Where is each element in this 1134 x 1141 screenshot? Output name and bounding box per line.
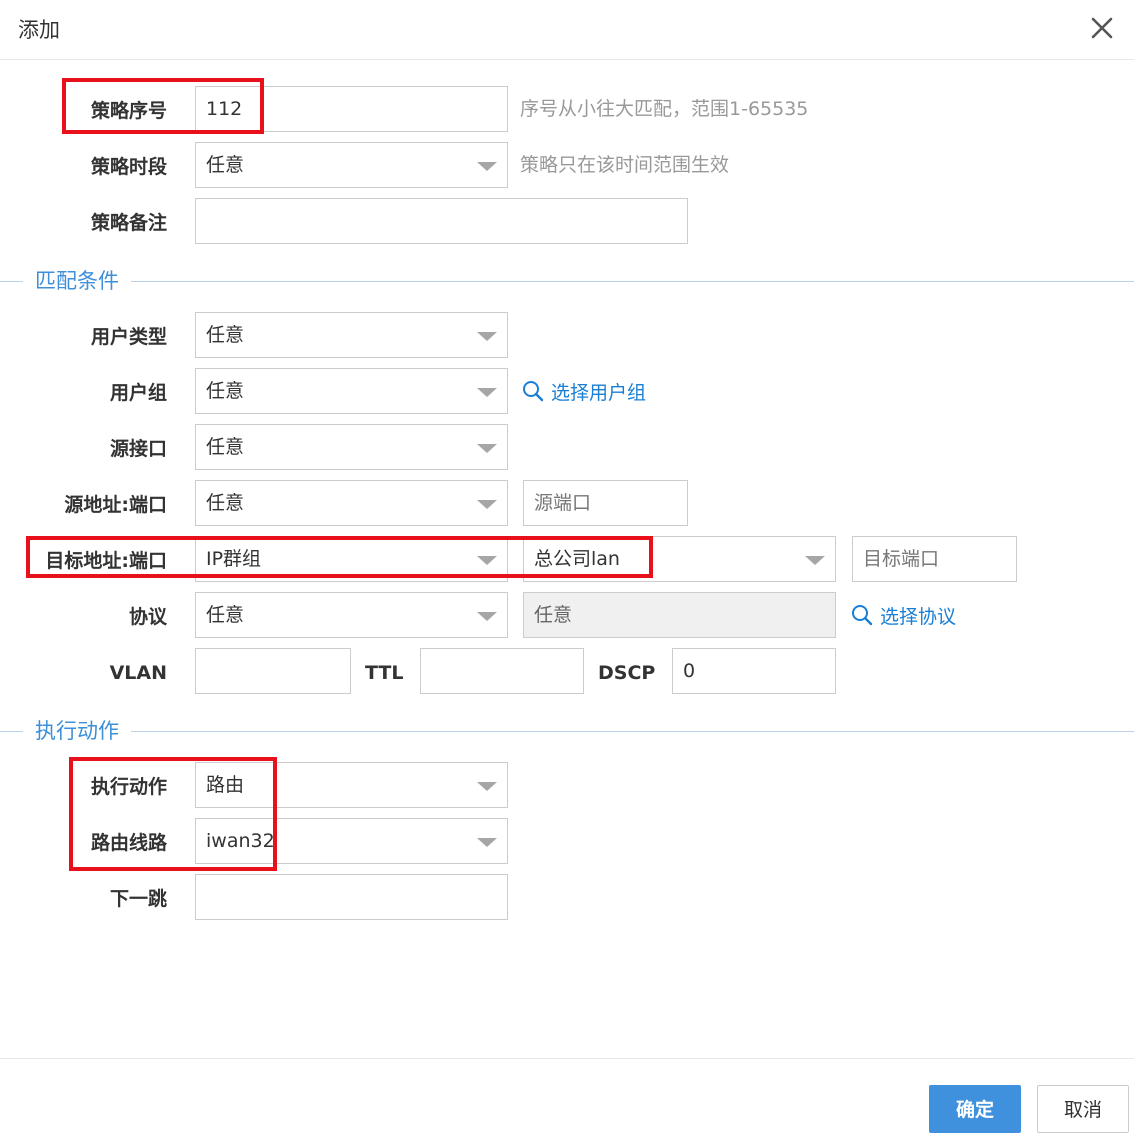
dst-port-input[interactable]: 目标端口 <box>852 536 1017 582</box>
user-group-select[interactable]: 任意 <box>195 368 508 414</box>
user-type-label: 用户类型 <box>90 326 167 348</box>
src-addr-label: 源地址:端口 <box>64 494 167 516</box>
dst-addr-select[interactable]: IP群组 <box>195 536 508 582</box>
action-section-title: 执行动作 <box>23 716 131 746</box>
chevron-down-icon <box>477 444 497 453</box>
exec-action-label: 执行动作 <box>90 776 167 798</box>
close-icon[interactable] <box>1084 10 1120 46</box>
match-section-title: 匹配条件 <box>23 266 131 296</box>
ttl-label: TTL <box>365 662 404 684</box>
exec-action-value: 路由 <box>206 774 245 796</box>
period-hint: 策略只在该时间范围生效 <box>520 154 730 176</box>
dst-addr-value: IP群组 <box>206 548 262 570</box>
select-protocol-label: 选择协议 <box>880 606 957 628</box>
src-iface-value: 任意 <box>206 436 245 458</box>
remark-label: 策略备注 <box>90 212 167 234</box>
vlan-label: VLAN <box>109 662 167 684</box>
src-iface-label: 源接口 <box>109 438 167 460</box>
src-addr-select[interactable]: 任意 <box>195 480 508 526</box>
chevron-down-icon <box>477 556 497 565</box>
protocol-detail-field: 任意 <box>523 592 836 638</box>
route-line-label: 路由线路 <box>90 832 167 854</box>
action-section: 执行动作 <box>0 716 1134 746</box>
remark-input[interactable] <box>195 198 688 244</box>
dst-group-select[interactable]: 总公司lan <box>523 536 836 582</box>
next-hop-input[interactable] <box>195 874 508 920</box>
user-type-value: 任意 <box>206 324 245 346</box>
dscp-input[interactable]: 0 <box>672 648 836 694</box>
cancel-button[interactable]: 取消 <box>1037 1085 1129 1133</box>
select-protocol-link[interactable]: 选择协议 <box>850 594 956 640</box>
src-addr-value: 任意 <box>206 492 245 514</box>
src-iface-select[interactable]: 任意 <box>195 424 508 470</box>
src-port-input[interactable]: 源端口 <box>523 480 688 526</box>
dscp-label: DSCP <box>598 662 656 684</box>
vlan-input[interactable] <box>195 648 351 694</box>
ttl-input[interactable] <box>420 648 584 694</box>
chevron-down-icon <box>477 162 497 171</box>
exec-action-select[interactable]: 路由 <box>195 762 508 808</box>
seq-label: 策略序号 <box>90 100 167 122</box>
match-section: 匹配条件 <box>0 266 1134 296</box>
period-select[interactable]: 任意 <box>195 142 508 188</box>
confirm-button[interactable]: 确定 <box>929 1085 1021 1133</box>
protocol-value: 任意 <box>206 604 245 626</box>
dst-addr-label: 目标地址:端口 <box>45 550 167 572</box>
chevron-down-icon <box>477 332 497 341</box>
src-port-placeholder: 源端口 <box>534 492 592 514</box>
period-label: 策略时段 <box>90 156 167 178</box>
section-divider <box>0 731 1134 732</box>
dialog-header: 添加 <box>0 0 1134 60</box>
chevron-down-icon <box>477 612 497 621</box>
footer-divider <box>0 1058 1134 1059</box>
protocol-label: 协议 <box>128 606 167 628</box>
chevron-down-icon <box>805 556 825 565</box>
seq-input[interactable]: 112 <box>195 86 508 132</box>
route-line-value: iwan32 <box>206 830 275 852</box>
chevron-down-icon <box>477 388 497 397</box>
search-icon <box>852 605 873 626</box>
protocol-select[interactable]: 任意 <box>195 592 508 638</box>
route-line-select[interactable]: iwan32 <box>195 818 508 864</box>
chevron-down-icon <box>477 782 497 791</box>
next-hop-label: 下一跳 <box>109 888 167 910</box>
select-user-group-link[interactable]: 选择用户组 <box>521 370 646 416</box>
dialog-title: 添加 <box>18 18 60 42</box>
select-user-group-label: 选择用户组 <box>551 382 647 404</box>
seq-hint: 序号从小往大匹配，范围1-65535 <box>520 98 809 120</box>
dst-group-value: 总公司lan <box>534 548 620 570</box>
user-group-value: 任意 <box>206 380 245 402</box>
dst-port-placeholder: 目标端口 <box>863 548 940 570</box>
chevron-down-icon <box>477 500 497 509</box>
chevron-down-icon <box>477 838 497 847</box>
user-type-select[interactable]: 任意 <box>195 312 508 358</box>
period-value: 任意 <box>206 154 245 176</box>
section-divider <box>0 281 1134 282</box>
search-icon <box>523 381 544 402</box>
user-group-label: 用户组 <box>109 382 167 404</box>
